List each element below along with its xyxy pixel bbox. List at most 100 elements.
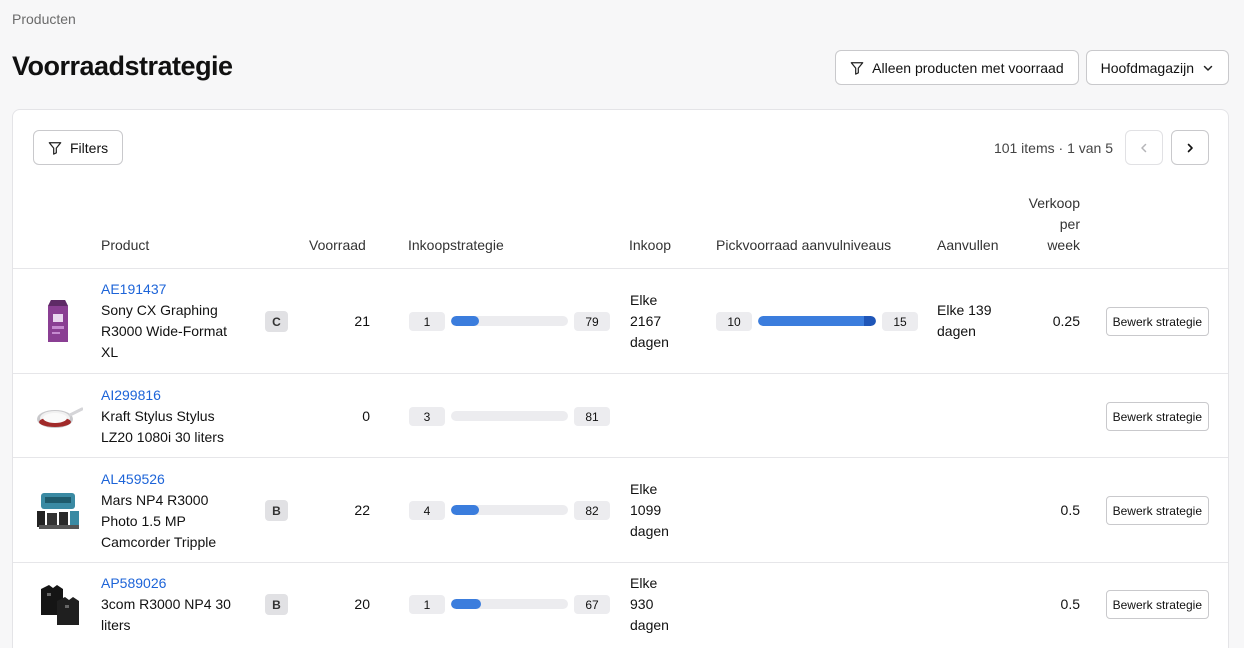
product-sku-link[interactable]: AI299816: [101, 385, 224, 406]
next-page-button[interactable]: [1171, 130, 1209, 165]
purchase-interval: Elke 930 dagen: [630, 573, 669, 636]
replenish-interval: Elke 139 dagen: [937, 300, 991, 342]
strategy-card: Filters 101 items · 1 van 5 Product Voor…: [12, 109, 1229, 648]
product-name: XL: [101, 344, 119, 360]
strategy-min: 1: [409, 595, 445, 614]
chevron-right-icon: [1187, 143, 1193, 152]
purchase-line: dagen: [630, 334, 669, 350]
product-info: AL459526 Mars NP4 R3000 Photo 1.5 MP Cam…: [101, 469, 216, 553]
product-sku-link[interactable]: AP589026: [101, 573, 231, 594]
product-thumbnail: [48, 300, 68, 342]
edit-strategy-button[interactable]: Bewerk strategie: [1105, 496, 1209, 525]
stock-filter-button[interactable]: Alleen producten met voorraad: [835, 50, 1079, 85]
stock-value: 22: [354, 502, 370, 518]
pick-min: 10: [716, 312, 752, 331]
col-sales-line-2: per: [1059, 216, 1080, 232]
pagination: 101 items · 1 van 5: [994, 130, 1209, 165]
strategy-bar-fill: [451, 316, 480, 326]
product-thumbnail: [37, 493, 79, 529]
product-name: Mars NP4 R3000: [101, 492, 209, 508]
chevron-down-icon: [1203, 65, 1213, 71]
table-row[interactable]: AE191437 Sony CX Graphing R3000 Wide-For…: [13, 269, 1228, 374]
product-sku-link[interactable]: AE191437: [101, 279, 227, 300]
strategy-min: 4: [409, 501, 445, 520]
product-info: AP589026 3com R3000 NP4 30 liters: [101, 573, 231, 636]
table-row[interactable]: AI299816 Kraft Stylus Stylus LZ20 1080i …: [13, 374, 1228, 458]
col-purchase-strategy[interactable]: Inkoopstrategie: [408, 235, 504, 256]
filters-button[interactable]: Filters: [33, 130, 124, 165]
page-title: Voorraadstrategie: [12, 51, 233, 81]
prev-page-button[interactable]: [1125, 130, 1163, 165]
purchase-line: Elke: [630, 292, 658, 308]
edit-strategy-button[interactable]: Bewerk strategie: [1105, 590, 1209, 619]
product-name: Camcorder Tripple: [101, 534, 217, 550]
table-header: Product Voorraad Inkoopstrategie Inkoop …: [13, 193, 1228, 269]
product-name: Kraft Stylus Stylus: [101, 408, 215, 424]
breadcrumb[interactable]: Producten: [12, 11, 76, 27]
product-thumbnail: [37, 407, 83, 428]
strategy-max: 82: [574, 501, 610, 520]
col-stock[interactable]: Voorraad: [309, 235, 366, 256]
purchase-interval: Elke 1099 dagen: [630, 479, 669, 542]
purchase-line: Elke: [630, 481, 658, 497]
product-name: LZ20 1080i 30 liters: [101, 429, 224, 445]
strategy-bar: [451, 599, 568, 609]
strategy-bar-fill: [451, 599, 482, 609]
table-row[interactable]: AP589026 3com R3000 NP4 30 liters B 20 1…: [13, 563, 1228, 648]
col-replenish[interactable]: Aanvullen: [937, 235, 999, 256]
strategy-max: 79: [574, 312, 610, 331]
col-sales-line-3: week: [1047, 237, 1080, 253]
class-badge: C: [265, 311, 288, 332]
sales-per-week: 0.25: [1052, 313, 1080, 329]
edit-strategy-button[interactable]: Bewerk strategie: [1105, 402, 1209, 431]
replenish-line: dagen: [937, 323, 976, 339]
product-name: Sony CX Graphing: [101, 302, 218, 318]
product-info: AE191437 Sony CX Graphing R3000 Wide-For…: [101, 279, 227, 363]
product-thumbnail: [41, 585, 79, 625]
purchase-line: 2167: [630, 313, 662, 329]
product-name: liters: [101, 617, 131, 633]
warehouse-select[interactable]: Hoofdmagazijn: [1085, 50, 1229, 85]
filter-icon: [850, 61, 864, 75]
purchase-line: 1099: [630, 502, 662, 518]
strategy-max: 81: [574, 407, 610, 426]
strategy-max: 67: [574, 595, 610, 614]
col-sales-per-week[interactable]: Verkoop per week: [1003, 193, 1080, 256]
sales-per-week: 0.5: [1060, 596, 1080, 612]
stock-value: 20: [354, 596, 370, 612]
warehouse-label: Hoofdmagazijn: [1100, 59, 1194, 76]
top-actions: Alleen producten met voorraad Hoofdmagaz…: [835, 50, 1229, 85]
product-sku-link[interactable]: AL459526: [101, 469, 216, 490]
product-info: AI299816 Kraft Stylus Stylus LZ20 1080i …: [101, 385, 224, 448]
strategy-bar: [451, 316, 568, 326]
product-name: R3000 Wide-Format: [101, 323, 228, 339]
filter-icon: [48, 141, 62, 155]
strategy-bar-fill: [451, 505, 480, 515]
chevron-left-icon: [1141, 143, 1147, 152]
stock-filter-label: Alleen producten met voorraad: [872, 59, 1064, 76]
stock-value: 0: [362, 408, 370, 424]
sales-per-week: 0.5: [1060, 502, 1080, 518]
pick-max: 15: [882, 312, 918, 331]
product-name: Photo 1.5 MP: [101, 513, 186, 529]
strategy-bar: [451, 411, 568, 421]
filters-label: Filters: [70, 139, 109, 156]
edit-strategy-button[interactable]: Bewerk strategie: [1105, 307, 1209, 336]
class-badge: B: [265, 594, 288, 615]
purchase-line: dagen: [630, 617, 669, 633]
table-row[interactable]: AL459526 Mars NP4 R3000 Photo 1.5 MP Cam…: [13, 458, 1228, 563]
replenish-line: Elke 139: [937, 302, 992, 318]
pick-bar-fill: [758, 316, 876, 326]
stock-value: 21: [354, 313, 370, 329]
pager-text: 101 items · 1 van 5: [993, 139, 1113, 156]
class-badge: B: [265, 500, 288, 521]
col-pick-levels[interactable]: Pickvoorraad aanvulniveaus: [716, 235, 891, 256]
col-product[interactable]: Product: [101, 235, 149, 256]
col-purchase[interactable]: Inkoop: [629, 235, 671, 256]
purchase-interval: Elke 2167 dagen: [630, 290, 669, 353]
col-sales-line-1: Verkoop: [1028, 195, 1080, 211]
purchase-line: dagen: [630, 523, 669, 539]
purchase-line: 930: [630, 596, 654, 612]
strategy-min: 3: [409, 407, 445, 426]
purchase-line: Elke: [630, 575, 658, 591]
